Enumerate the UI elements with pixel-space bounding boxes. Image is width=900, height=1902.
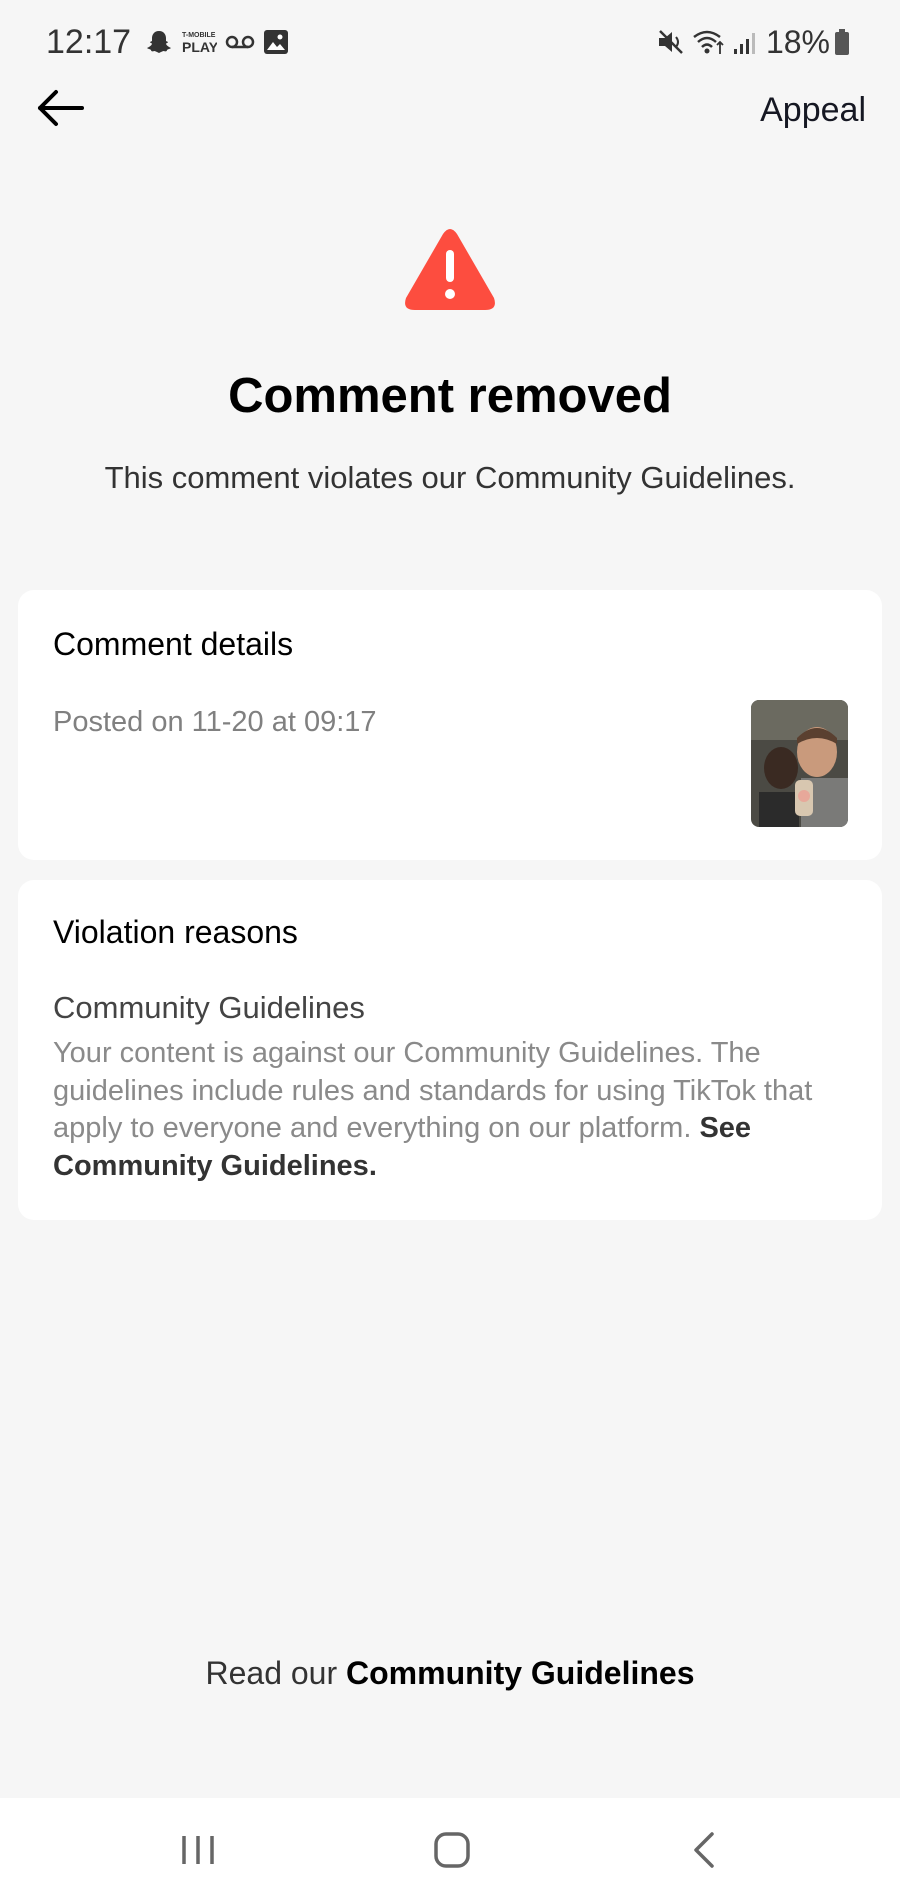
warning-triangle-icon (403, 226, 497, 312)
play-label: PLAY (182, 39, 217, 55)
tmobile-label: T-MOBILE (182, 32, 216, 39)
violation-reasons-title: Violation reasons (53, 914, 298, 950)
battery-icon (834, 28, 850, 56)
snapchat-icon (145, 28, 173, 56)
recents-button[interactable] (178, 1830, 220, 1875)
reason-text: Your content is against our Community Gu… (53, 1035, 853, 1185)
community-guidelines-link[interactable]: Community Guidelines (346, 1655, 694, 1691)
appeal-button[interactable]: Appeal (760, 91, 866, 130)
status-time: 12:17 (46, 22, 132, 61)
mute-icon (656, 28, 686, 56)
read-guidelines-prefix: Read our (205, 1655, 338, 1691)
system-back-button[interactable] (690, 1830, 720, 1875)
back-chevron-icon (690, 1830, 720, 1875)
voicemail-icon (225, 32, 255, 52)
status-left: 12:17 T-MOBILE PLAY (46, 23, 297, 62)
gallery-icon (263, 29, 289, 55)
wifi-icon (692, 28, 726, 56)
read-guidelines: Read our Community Guidelines (0, 1655, 900, 1692)
page-title: Comment removed (228, 369, 672, 423)
home-button[interactable] (432, 1830, 472, 1875)
recents-icon (178, 1830, 220, 1875)
comment-details-card: Comment details Posted on 11-20 at 09:17 (18, 590, 882, 860)
screen: 12:17 T-MOBILE PLAY 18% Appeal Comment r… (0, 0, 900, 1902)
arrow-left-icon (36, 88, 84, 133)
tmobile-play-icon: T-MOBILE PLAY (181, 28, 217, 56)
reason-title: Community Guidelines (53, 990, 365, 1025)
back-button[interactable] (36, 88, 84, 133)
status-bar: 12:17 T-MOBILE PLAY 18% (0, 0, 900, 84)
status-right: 18% (656, 24, 856, 61)
system-nav-bar (0, 1798, 900, 1902)
comment-thumbnail[interactable] (751, 700, 848, 827)
comment-details-title: Comment details (53, 626, 294, 662)
posted-on-text: Posted on 11-20 at 09:17 (53, 706, 377, 738)
top-nav: Appeal (0, 84, 900, 136)
page-subtitle: This comment violates our Community Guid… (104, 460, 796, 495)
battery-percent: 18% (765, 23, 830, 60)
signal-icon (732, 29, 760, 55)
violation-reasons-card: Violation reasons Community Guidelines Y… (18, 880, 882, 1220)
home-icon (432, 1830, 472, 1875)
